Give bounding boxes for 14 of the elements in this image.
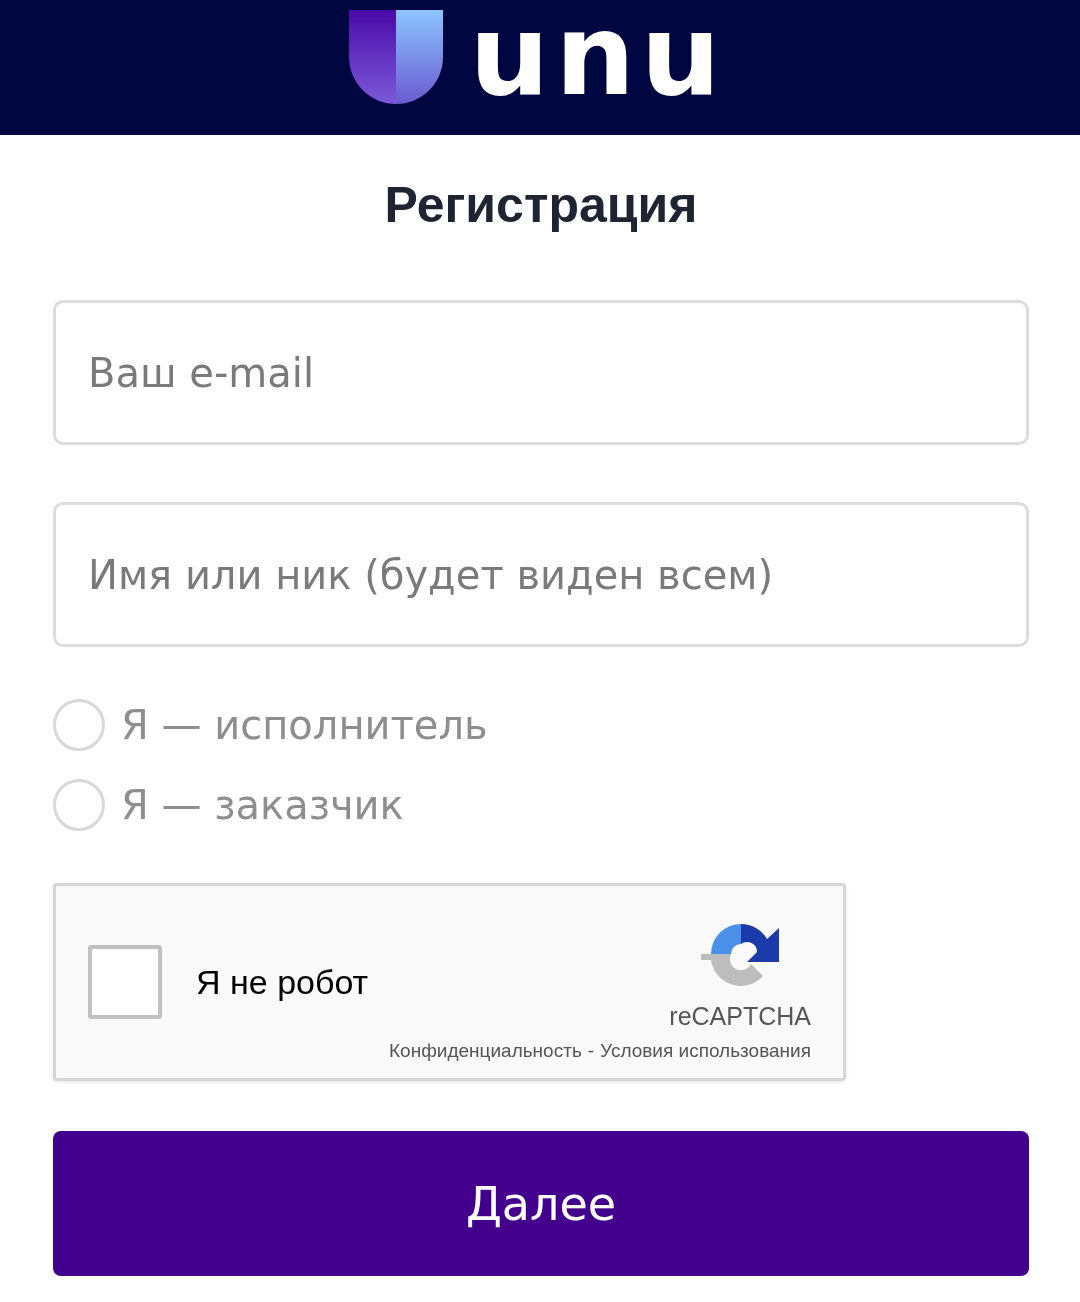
input-field[interactable]: Ваш e-mail: [53, 300, 1029, 445]
link-separator: -: [587, 1040, 595, 1062]
logo-text: unu: [469, 0, 727, 111]
terms-link[interactable]: Условия использования: [600, 1040, 811, 1062]
radio-button[interactable]: [53, 699, 105, 751]
recaptcha-brand: reCAPTCHA: [669, 1002, 811, 1031]
checkbox-label: Я не робот: [196, 962, 370, 1002]
privacy-link[interactable]: Конфиденциальность: [389, 1040, 582, 1062]
page-title: Регистрация: [383, 176, 699, 235]
next-button[interactable]: Далее: [53, 1131, 1029, 1276]
input-field[interactable]: Имя или ник (будет виден всем): [53, 502, 1029, 647]
checkbox[interactable]: [88, 945, 162, 1019]
radio-button[interactable]: [53, 779, 105, 831]
logo-shield-icon: [349, 9, 444, 104]
